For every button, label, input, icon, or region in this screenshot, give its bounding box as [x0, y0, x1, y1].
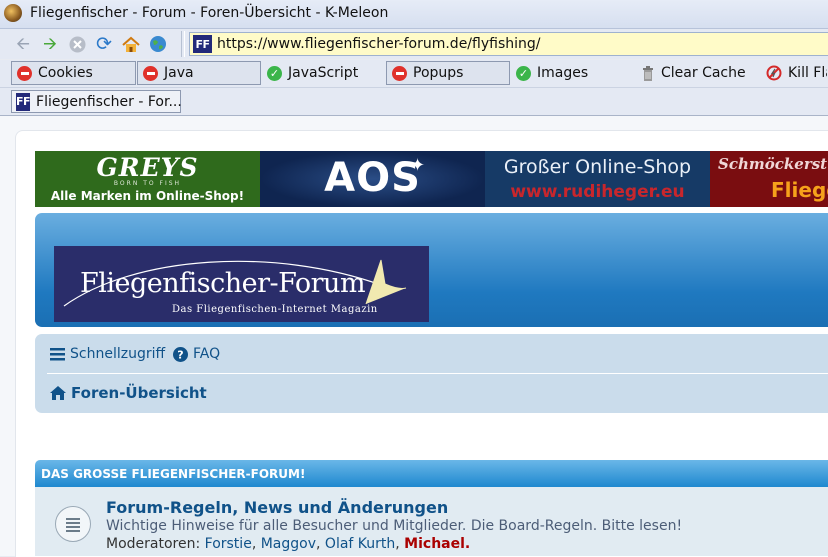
forum-description: Wichtige Hinweise für alle Besucher und …: [106, 518, 683, 534]
cookies-toggle[interactable]: Cookies: [11, 61, 136, 85]
forward-icon[interactable]: 🡪: [39, 33, 61, 55]
banner-greys[interactable]: GREYS BORN TO FISH Alle Marken im Online…: [35, 151, 260, 207]
tab-bar: FF Fliegenfischer - For...: [0, 88, 828, 116]
stop-icon[interactable]: [66, 33, 88, 55]
menu-icon: [50, 347, 65, 360]
title-bar: Fliegenfischer - Forum - Foren-Übersicht…: [0, 0, 828, 29]
window-title: Fliegenfischer - Forum - Foren-Übersicht…: [30, 5, 389, 21]
globe-icon[interactable]: [147, 33, 169, 55]
app-icon: [4, 4, 22, 22]
home-icon: [50, 386, 66, 400]
question-icon: ?: [173, 346, 188, 362]
site-favicon: FF: [193, 35, 212, 53]
trash-icon: [643, 65, 653, 81]
breadcrumb-home[interactable]: Foren-Übersicht: [50, 384, 207, 402]
tab-favicon: FF: [16, 92, 31, 111]
forum-moderators: Moderatoren: Forstie, Maggov, Olaf Kurth…: [106, 536, 471, 552]
javascript-toggle[interactable]: ✓ JavaScript: [261, 61, 386, 85]
banner-aos[interactable]: AOS ✦: [260, 151, 485, 207]
clear-cache-button[interactable]: Clear Cache: [637, 61, 761, 85]
svg-text:?: ?: [177, 348, 183, 361]
forum-read-icon: [55, 506, 91, 542]
moderator-link[interactable]: Olaf Kurth: [325, 536, 395, 552]
enabled-icon: ✓: [516, 65, 531, 81]
star-icon: ✦: [410, 155, 426, 176]
popups-toggle[interactable]: Popups: [386, 61, 510, 85]
quick-links-button[interactable]: Schnellzugriff: [50, 346, 165, 362]
images-toggle[interactable]: ✓ Images: [510, 61, 635, 85]
navbar-divider: [47, 373, 828, 374]
kill-flash-button[interactable]: Kill Fla: [761, 61, 828, 85]
enabled-icon: ✓: [267, 65, 282, 81]
tab-active[interactable]: FF Fliegenfischer - For...: [11, 90, 182, 113]
banner-schmoeckerstube[interactable]: Schmöckerst Fliege: [710, 151, 828, 207]
toolbar-separator: [181, 31, 185, 57]
privacy-toolbar: Cookies Java ✓ JavaScript Popups ✓ Images …: [0, 60, 828, 88]
address-bar[interactable]: FF https://www.fliegenfischer-forum.de/f…: [189, 32, 828, 56]
banner-rudiheger[interactable]: Großer Online-Shop www.rudiheger.eu: [485, 151, 710, 207]
moderator-link[interactable]: Maggov: [261, 536, 316, 552]
site-logo[interactable]: Fliegenfischer-Forum Das Fliegenfischen-…: [54, 246, 429, 322]
reload-icon[interactable]: ⟳: [93, 33, 115, 55]
disabled-icon: [17, 65, 32, 81]
no-flash-icon: [766, 65, 782, 81]
home-icon[interactable]: [120, 33, 142, 55]
forum-title-link[interactable]: Forum-Regeln, News und Änderungen: [106, 498, 448, 517]
java-toggle[interactable]: Java: [137, 61, 261, 85]
category-header: DAS GROSSE FLIEGENFISCHER-FORUM!: [35, 460, 828, 487]
disabled-icon: [392, 65, 407, 81]
moderator-link[interactable]: Forstie: [205, 536, 252, 552]
faq-link[interactable]: ? FAQ: [173, 346, 220, 362]
back-icon[interactable]: 🡨: [12, 33, 34, 55]
disabled-icon: [143, 65, 158, 81]
tab-label: Fliegenfischer - For...: [36, 93, 182, 110]
category-title[interactable]: DAS GROSSE FLIEGENFISCHER-FORUM!: [41, 467, 305, 481]
moderator-link[interactable]: Michael.: [404, 536, 470, 552]
url-input[interactable]: https://www.fliegenfischer-forum.de/flyf…: [217, 36, 540, 52]
